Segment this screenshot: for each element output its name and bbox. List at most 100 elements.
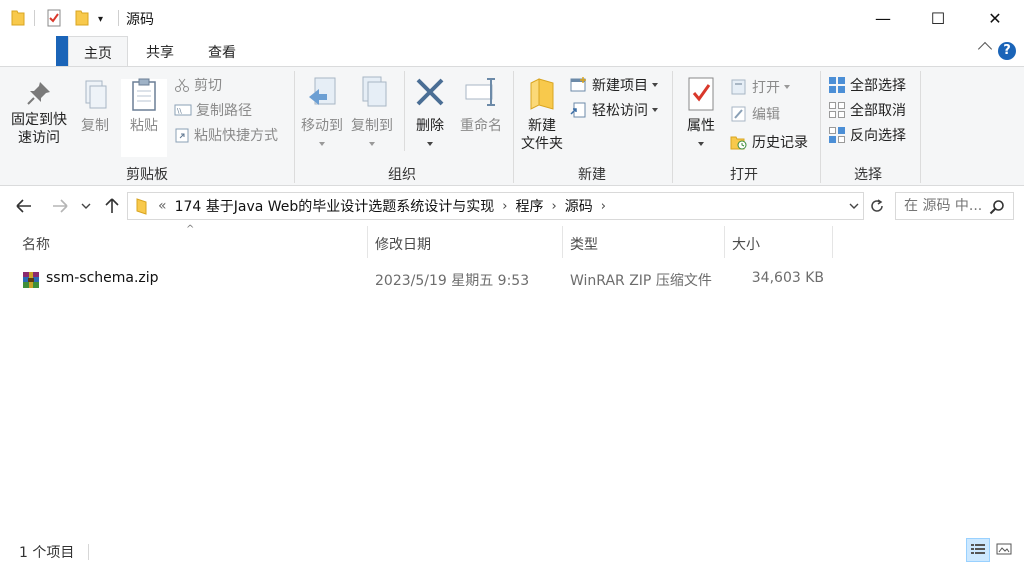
paste-label: 粘贴	[130, 118, 158, 134]
copy-to-button[interactable]: 复制到	[348, 75, 396, 153]
customize-quick-access-icon[interactable]: ▾	[98, 14, 114, 32]
new-group-label: 新建	[578, 167, 606, 183]
breadcrumb-program[interactable]: 程序	[516, 196, 544, 216]
open-group-label: 打开	[730, 167, 758, 183]
large-icons-view-icon[interactable]	[992, 538, 1016, 562]
ribbon-tabs: 主页 共享 查看 ?	[0, 36, 1024, 66]
rename-button[interactable]: 重命名	[456, 75, 506, 135]
new-folder-label-line1: 新建	[528, 118, 556, 134]
search-box[interactable]	[895, 192, 1014, 220]
breadcrumb-separator-icon[interactable]: ›	[601, 199, 606, 214]
easy-access-button[interactable]: 轻松访问	[570, 99, 658, 121]
select-group-label: 选择	[854, 167, 882, 183]
copy-to-dropdown-icon	[369, 142, 375, 146]
cut-label: 剪切	[194, 78, 222, 94]
search-icon[interactable]	[989, 199, 1005, 215]
address-folder-icon	[136, 198, 147, 215]
column-header-size[interactable]: 大小	[724, 230, 832, 256]
new-folder-icon	[530, 78, 554, 110]
breadcrumb-source[interactable]: 源码	[565, 196, 593, 216]
breadcrumb-separator-icon[interactable]: ›	[552, 199, 557, 214]
paste-shortcut-icon	[175, 128, 189, 143]
column-header-type[interactable]: 类型	[562, 230, 724, 256]
breadcrumb-separator-icon[interactable]: ›	[502, 199, 507, 214]
pin-icon	[27, 82, 50, 105]
minimize-button[interactable]: —	[860, 0, 906, 36]
copy-path-icon: \\	[174, 104, 192, 116]
address-overflow-chevron[interactable]: «	[158, 198, 167, 214]
tab-view[interactable]: 查看	[194, 36, 250, 66]
delete-label: 删除	[416, 118, 444, 134]
file-name: ssm-schema.zip	[46, 270, 159, 286]
details-view-icon[interactable]	[966, 538, 990, 562]
up-arrow-icon[interactable]	[100, 194, 124, 218]
copy-path-label: 复制路径	[196, 103, 252, 119]
column-header-modified[interactable]: 修改日期	[367, 230, 562, 256]
paste-button[interactable]: 粘贴	[124, 77, 164, 135]
open-button[interactable]: 打开	[730, 76, 790, 98]
properties-quick-icon[interactable]	[46, 9, 62, 27]
rename-icon	[465, 78, 495, 106]
copy-button[interactable]: 复制	[76, 79, 114, 135]
paste-shortcut-label: 粘贴快捷方式	[194, 128, 278, 144]
new-folder-label-line2: 文件夹	[521, 136, 563, 152]
move-to-dropdown-icon	[319, 142, 325, 146]
cut-button[interactable]: 剪切	[174, 74, 222, 96]
history-button[interactable]: 历史记录	[730, 131, 808, 153]
search-input[interactable]	[904, 198, 990, 214]
address-dropdown-icon[interactable]	[845, 193, 863, 219]
file-modified: 2023/5/19 星期五 9:53	[375, 273, 530, 289]
new-folder-button[interactable]: 新建 文件夹	[516, 75, 568, 153]
easy-access-label: 轻松访问	[592, 103, 648, 119]
paste-shortcut-button[interactable]: 粘贴快捷方式	[174, 124, 278, 146]
move-to-button[interactable]: 移动到	[298, 75, 346, 153]
history-icon	[730, 136, 747, 150]
forward-arrow-icon[interactable]	[48, 194, 72, 218]
collapse-ribbon-icon[interactable]	[977, 41, 993, 57]
organize-group-label: 组织	[388, 167, 416, 183]
select-all-button[interactable]: 全部选择	[828, 74, 906, 96]
edit-label: 编辑	[752, 107, 780, 123]
new-item-icon	[570, 77, 586, 92]
file-type: WinRAR ZIP 压缩文件	[570, 273, 712, 289]
clipboard-group-label: 剪贴板	[126, 167, 168, 183]
file-tab[interactable]	[56, 36, 68, 66]
select-all-icon	[829, 77, 845, 93]
tab-home[interactable]: 主页	[68, 36, 128, 66]
refresh-icon[interactable]	[865, 192, 889, 220]
maximize-button[interactable]: ☐	[915, 0, 961, 36]
pin-to-quick-access-button[interactable]: 固定到快 速访问	[8, 79, 70, 147]
breadcrumb-project[interactable]: 174 基于Java Web的毕业设计选题系统设计与实现	[175, 196, 495, 216]
new-item-button[interactable]: 新建项目	[570, 74, 658, 96]
delete-dropdown-icon	[427, 142, 433, 146]
file-row[interactable]: ssm-schema.zip 2023/5/19 星期五 9:53 WinRAR…	[14, 266, 834, 292]
folder-icon	[11, 10, 25, 26]
svg-text:\\: \\	[177, 107, 182, 115]
properties-button[interactable]: 属性	[680, 75, 722, 153]
invert-selection-label: 反向选择	[850, 128, 906, 144]
title-separator	[34, 10, 35, 26]
winrar-archive-icon	[23, 272, 39, 288]
invert-selection-button[interactable]: 反向选择	[828, 124, 906, 146]
select-none-button[interactable]: 全部取消	[828, 99, 906, 121]
delete-button[interactable]: 删除	[410, 75, 450, 153]
help-icon[interactable]: ?	[998, 42, 1016, 60]
close-button[interactable]: ✕	[972, 0, 1018, 36]
back-arrow-icon[interactable]	[12, 194, 36, 218]
address-bar[interactable]: « 174 基于Java Web的毕业设计选题系统设计与实现 › 程序 › 源码…	[127, 192, 864, 220]
column-header-name[interactable]: 名称	[14, 230, 368, 256]
recent-locations-chevron-icon[interactable]	[78, 194, 94, 218]
edit-button[interactable]: 编辑	[730, 103, 780, 125]
copy-path-button[interactable]: \\ 复制路径	[174, 99, 252, 121]
status-divider	[88, 544, 89, 560]
status-bar: 1 个项目	[0, 538, 1024, 566]
paste-icon	[132, 78, 156, 111]
group-divider	[920, 71, 921, 183]
group-divider	[294, 71, 295, 183]
window-title: 源码	[126, 12, 154, 28]
pin-label-line2: 速访问	[18, 130, 60, 146]
column-divider[interactable]	[832, 226, 833, 258]
tab-share[interactable]: 共享	[132, 36, 188, 66]
pin-label-line1: 固定到快	[11, 112, 67, 128]
new-folder-quick-icon[interactable]	[74, 9, 90, 27]
